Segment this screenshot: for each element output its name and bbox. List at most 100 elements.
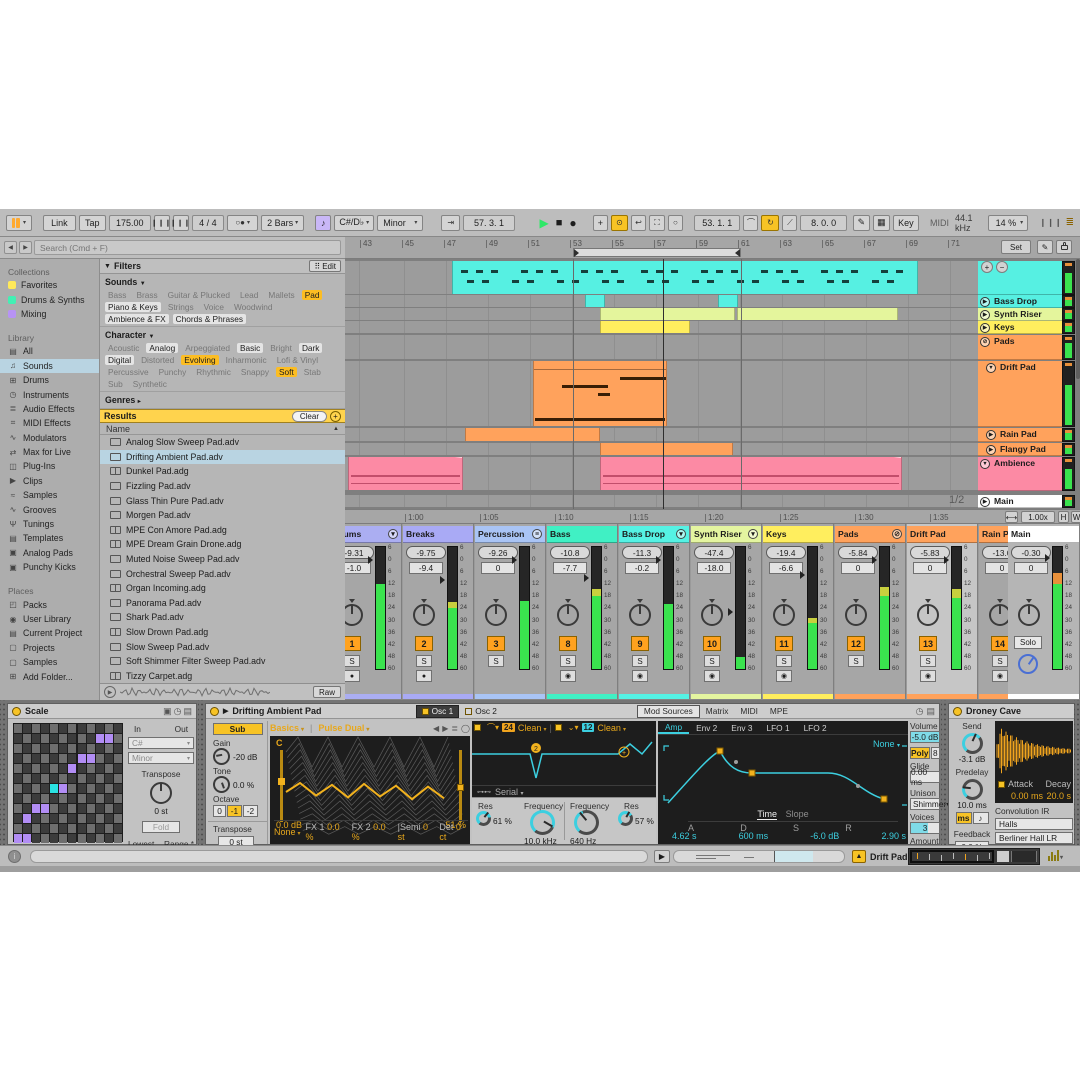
gain-field[interactable]: 0 bbox=[841, 562, 875, 574]
gain-field[interactable]: -18.0 bbox=[697, 562, 731, 574]
info-icon[interactable]: i bbox=[8, 850, 21, 863]
scale-grid-cell[interactable] bbox=[59, 784, 68, 793]
channel-header[interactable]: Bass bbox=[547, 526, 617, 543]
meter-arrow-icon[interactable] bbox=[440, 576, 445, 584]
subtab-env2[interactable]: Env 2 bbox=[689, 723, 724, 733]
env-decay-field[interactable]: 600 ms bbox=[739, 831, 769, 841]
monitor-button[interactable]: ◉ bbox=[560, 670, 576, 682]
predelay-ms-button[interactable]: ms bbox=[955, 812, 972, 824]
channel-header-icon[interactable]: ▾ bbox=[748, 529, 758, 539]
scale-grid-cell[interactable] bbox=[77, 784, 86, 793]
scale-grid-cell[interactable] bbox=[32, 744, 41, 753]
scale-grid-cell[interactable] bbox=[86, 774, 95, 783]
octave-minus1-button[interactable]: -1 bbox=[227, 805, 242, 817]
circle-icon[interactable]: ◯ bbox=[461, 724, 470, 733]
track-activator[interactable]: 1 bbox=[345, 636, 361, 651]
scale-grid-cell[interactable] bbox=[50, 724, 59, 733]
sidebar-item-clips[interactable]: ▶ Clips bbox=[0, 474, 99, 488]
glide-field[interactable]: 0.00 ms bbox=[910, 767, 940, 787]
scale-grid-cell[interactable] bbox=[50, 744, 59, 753]
clear-filters-button[interactable]: Clear bbox=[291, 410, 327, 422]
meter-arrow-icon[interactable] bbox=[728, 608, 733, 616]
mixer-channel-drums[interactable]: Drums▾-9.31-1.060612182430364248601S● bbox=[345, 524, 402, 699]
solo-button[interactable]: S bbox=[704, 655, 720, 667]
scale-grid-cell[interactable] bbox=[68, 734, 77, 743]
scale-grid-cell[interactable] bbox=[77, 804, 86, 813]
beat-time-ruler[interactable]: 43 45 47 49 51 53 55 57 59 61 63 65 67 69 71 bbox=[345, 237, 1080, 259]
scale-grid-cell[interactable] bbox=[23, 834, 32, 843]
pan-knob[interactable] bbox=[345, 599, 363, 626]
arm-button[interactable]: ● bbox=[416, 670, 432, 682]
sidebar-item-plug-ins[interactable]: ◫ Plug-Ins bbox=[0, 459, 99, 473]
scale-grid-cell[interactable] bbox=[41, 814, 50, 823]
computer-midi-keyboard-button[interactable]: ▦ bbox=[872, 214, 890, 231]
monitor-button[interactable]: ◉ bbox=[632, 670, 648, 682]
monitor-button[interactable]: ◉ bbox=[776, 670, 792, 682]
arrangement-position-field[interactable]: 57. 3. 1 bbox=[463, 214, 515, 231]
sidebar-item-samples[interactable]: ≈ Samples bbox=[0, 488, 99, 502]
scale-in-select[interactable]: C# ▾ bbox=[128, 737, 194, 749]
scale-grid-cell[interactable] bbox=[86, 744, 95, 753]
scale-grid-cell[interactable] bbox=[86, 814, 95, 823]
zoom-out-button[interactable]: − bbox=[996, 261, 1008, 273]
track-header-rain-pad[interactable]: ▶ Rain Pad bbox=[978, 428, 1062, 442]
subtab-lfo2[interactable]: LFO 2 bbox=[797, 723, 834, 733]
scale-grid-cell[interactable] bbox=[50, 834, 59, 843]
track-activator[interactable]: 3 bbox=[487, 636, 505, 651]
ir-category-select[interactable]: Halls bbox=[995, 818, 1073, 830]
scale-grid-cell[interactable] bbox=[41, 824, 50, 833]
sidebar-item-favorites[interactable]: Favorites bbox=[0, 278, 99, 292]
preview-play-icon[interactable]: ▶ bbox=[104, 686, 116, 698]
edit-filters-button[interactable]: ⠿ Edit bbox=[309, 260, 341, 272]
scale-grid-cell[interactable] bbox=[95, 824, 104, 833]
scale-grid-cell[interactable] bbox=[32, 804, 41, 813]
filter-tag-basic[interactable]: Basic bbox=[236, 343, 264, 353]
collapse-icon[interactable]: ▼ bbox=[104, 263, 111, 270]
scale-grid-cell[interactable] bbox=[23, 724, 32, 733]
result-item[interactable]: Soft Shimmer Filter Sweep Pad.adv bbox=[100, 654, 345, 669]
filter-tag-ambience-fx[interactable]: Ambience & FX bbox=[105, 314, 169, 324]
draw-mode-button[interactable]: ✎ bbox=[852, 214, 870, 231]
channel-header[interactable]: Synth Riser ▾ bbox=[691, 526, 761, 543]
save-preset-icon[interactable]: ▤ bbox=[183, 706, 192, 717]
sidebar-item-analog-pads[interactable]: ▣ Analog Pads bbox=[0, 546, 99, 560]
pan-knob[interactable] bbox=[845, 599, 867, 626]
unison-mode-select[interactable]: Shimmer▾ bbox=[910, 798, 949, 810]
scale-grid-cell[interactable] bbox=[113, 814, 122, 823]
channel-header[interactable]: Main bbox=[1008, 526, 1079, 543]
scale-grid-cell[interactable] bbox=[41, 804, 50, 813]
channel-header-icon[interactable]: ≡ bbox=[532, 529, 542, 539]
arrangement-clip[interactable] bbox=[585, 295, 605, 307]
result-item[interactable]: Analog Slow Sweep Pad.adv bbox=[100, 435, 345, 450]
filter-tag-acoustic[interactable]: Acoustic bbox=[105, 343, 142, 353]
scale-grid-cell[interactable] bbox=[41, 774, 50, 783]
scale-grid-cell[interactable] bbox=[68, 834, 77, 843]
meter-arrow-icon[interactable] bbox=[512, 556, 517, 564]
sidebar-item-modulators[interactable]: ∿ Modulators bbox=[0, 431, 99, 445]
filter-tag-soft[interactable]: Soft bbox=[275, 367, 297, 377]
fold-width-button[interactable]: W bbox=[1071, 511, 1080, 523]
scale-grid-cell[interactable] bbox=[104, 804, 113, 813]
sidebar-item-samples[interactable]: ▢ Samples bbox=[0, 655, 99, 669]
scale-grid-cell[interactable] bbox=[41, 754, 50, 763]
scale-grid-cell[interactable] bbox=[14, 734, 22, 743]
result-item[interactable]: Orchestral Sweep Pad.adv bbox=[100, 566, 345, 581]
octave-minus2-button[interactable]: -2 bbox=[243, 805, 258, 817]
wavetable-select[interactable]: Pulse Dual ▾ bbox=[318, 723, 369, 733]
scale-grid-cell[interactable] bbox=[50, 754, 59, 763]
result-item[interactable]: Dunkel Pad.adg bbox=[100, 464, 345, 479]
meter-arrow-icon[interactable] bbox=[800, 571, 805, 579]
fold-button[interactable]: Fold bbox=[142, 821, 180, 833]
arrangement-clip[interactable] bbox=[600, 443, 733, 455]
filter-tag-pad[interactable]: Pad bbox=[301, 290, 323, 300]
scale-grid-cell[interactable] bbox=[32, 754, 41, 763]
ir-attack-toggle[interactable] bbox=[998, 780, 1005, 788]
result-item[interactable]: Glass Thin Pure Pad.adv bbox=[100, 493, 345, 508]
filter-tag-voice[interactable]: Voice bbox=[201, 302, 227, 312]
fold-icon[interactable]: ▼ bbox=[986, 363, 996, 373]
detune-field[interactable]: Det 0 ct bbox=[439, 822, 468, 842]
pan-knob[interactable] bbox=[413, 599, 435, 626]
scale-grid-cell[interactable] bbox=[32, 724, 41, 733]
scale-grid-cell[interactable] bbox=[32, 774, 41, 783]
mixer-channel-synth-riser[interactable]: Synth Riser ▾ -47.4 -18.0 6 0 6 12 18 24 30 36 42 48 6… bbox=[691, 524, 762, 699]
